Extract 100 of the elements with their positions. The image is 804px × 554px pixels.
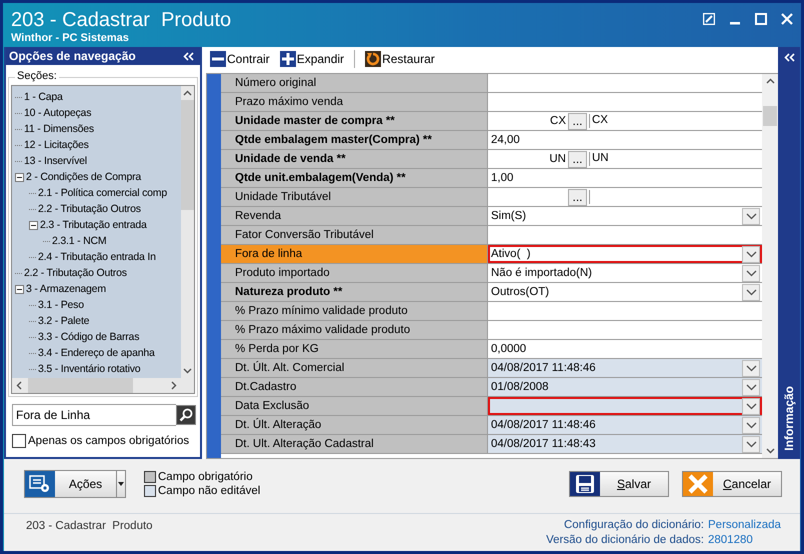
expand-panel-icon[interactable] — [784, 53, 794, 62]
search-icon[interactable] — [176, 405, 196, 425]
legend-label: Campo obrigatório — [158, 471, 253, 483]
input-field[interactable]: 01/08/2008 — [488, 378, 762, 396]
tree-item[interactable]: 2.4 - Tributação entrada In — [38, 251, 156, 263]
input-field[interactable]: 04/08/2017 11:48:46 — [488, 416, 762, 434]
dialog-button[interactable]: Salvar — [569, 471, 669, 497]
field-label: Unidade de venda ** — [221, 150, 488, 168]
tree-item[interactable]: 3.5 - Inventário rotativo — [38, 363, 140, 375]
scrollbar[interactable] — [762, 74, 778, 458]
close-icon[interactable] — [781, 13, 793, 25]
unit-code: UN — [548, 153, 567, 165]
tree-item[interactable]: 3.1 - Peso — [38, 299, 84, 311]
tree-item[interactable]: 3.2 - Palete — [38, 315, 90, 327]
lookup-button[interactable]: ... — [568, 150, 587, 168]
scroll-down-icon[interactable] — [183, 368, 192, 374]
tree-item[interactable]: 1 - Capa — [24, 91, 63, 103]
field-label: Data Exclusão — [221, 397, 488, 415]
input-field[interactable] — [488, 397, 762, 415]
plus-icon — [280, 51, 296, 67]
input-field[interactable]: 04/08/2017 11:48:43 — [488, 435, 762, 453]
field-label: Dt.Cadastro — [221, 378, 488, 396]
tree-item[interactable]: 2.2 - Tributação Outros — [38, 203, 141, 215]
status-text: 203 - Cadastrar Produto — [26, 520, 153, 534]
minus-icon — [210, 51, 226, 67]
field-label: Fator Conversão Tributável — [221, 226, 488, 244]
sections-label: Seções: — [15, 70, 59, 82]
field-label: Produto importado — [221, 264, 488, 282]
scrollbar-thumb[interactable] — [28, 378, 133, 393]
collapse-toggle[interactable] — [15, 172, 24, 182]
field-label: Natureza produto ** — [221, 283, 488, 301]
field-label: % Prazo mínimo validade produto — [221, 302, 488, 320]
tree-item[interactable]: 13 - Inservível — [24, 155, 87, 167]
field-label: Qtde unit.embalagem(Venda) ** — [221, 169, 488, 187]
scrollbar-thumb[interactable] — [181, 100, 194, 210]
tree-item[interactable]: 2.3 - Tributação entrada — [40, 219, 147, 231]
unit-description: CX — [589, 114, 760, 128]
status-label: Configuração do dicionário: — [564, 518, 704, 533]
window-title: 203 - Cadastrar Produto — [11, 9, 232, 31]
field-label: Dt. Ult. Alteração Cadastral — [221, 435, 488, 453]
legend-swatch — [144, 485, 156, 497]
caret-icon[interactable] — [116, 471, 125, 497]
maximize-icon[interactable] — [755, 13, 767, 25]
form-gear-icon — [25, 471, 55, 497]
field-label: Qtde embalagem master(Compra) ** — [221, 131, 488, 149]
toolbar-button[interactable]: Contrair — [210, 51, 270, 67]
info-tab-label: Informação — [782, 386, 796, 451]
tree-item[interactable]: 2.2 - Tributação Outros — [24, 267, 127, 279]
tree-item[interactable]: 2.3.1 - NCM — [52, 235, 106, 247]
field-label: Fora de linha — [221, 245, 488, 263]
checkbox-label: Apenas os campos obrigatórios — [28, 435, 190, 447]
info-side-panel[interactable]: Informação — [778, 47, 800, 459]
dialog-button[interactable]: Cancelar — [682, 471, 782, 497]
edit-icon[interactable] — [703, 13, 715, 25]
tree-item[interactable]: 11 - Dimensões — [24, 123, 94, 135]
collapse-panel-icon[interactable] — [183, 52, 194, 60]
scroll-right-icon[interactable] — [171, 381, 177, 390]
status-label: Versão do dicionário de dados: — [546, 533, 704, 548]
lookup-button[interactable]: ... — [568, 188, 587, 206]
status-value: Personalizada — [708, 518, 782, 533]
scroll-up-icon[interactable] — [766, 78, 774, 84]
tree-item[interactable]: 3.3 - Código de Barras — [38, 331, 140, 343]
tree-item[interactable]: 3.4 - Endereço de apanha — [38, 347, 155, 359]
actions-button[interactable]: Ações — [24, 470, 126, 498]
field-label: Dt. Últ. Alteração — [221, 416, 488, 434]
collapse-toggle[interactable] — [29, 220, 38, 230]
search-field[interactable]: Fora de Linha — [12, 404, 176, 426]
collapse-toggle[interactable] — [15, 284, 24, 294]
tree-item[interactable]: 3 - Armazenagem — [26, 283, 106, 295]
scroll-up-icon[interactable] — [183, 90, 192, 96]
window-subtitle: Winthor - PC Sistemas — [11, 31, 130, 45]
input-field[interactable]: Ativo( ) — [488, 245, 762, 263]
scroll-down-icon[interactable] — [766, 448, 774, 454]
status-value: 2801280 — [708, 533, 754, 548]
toolbar-button[interactable]: Restaurar — [365, 51, 435, 67]
checkbox[interactable] — [12, 434, 26, 448]
legend-swatch — [144, 471, 156, 483]
scroll-left-icon[interactable] — [16, 381, 22, 390]
field-label: Unidade master de compra ** — [221, 112, 488, 130]
x-icon — [687, 473, 709, 495]
tree-item[interactable]: 12 - Licitações — [24, 139, 89, 151]
tree-item[interactable]: 10 - Autopeças — [24, 107, 92, 119]
navigation-title: Opções de navegação — [9, 49, 136, 63]
lookup-button[interactable]: ... — [568, 112, 587, 130]
field-label: % Perda por KG — [221, 340, 488, 358]
field-label: Unidade Tributável — [221, 188, 488, 206]
field-label: Revenda — [221, 207, 488, 225]
input-field[interactable]: 04/08/2017 11:48:46 — [488, 359, 762, 377]
unit-code: CX — [549, 115, 567, 127]
legend-label: Campo não editável — [158, 485, 260, 497]
field-label: % Prazo máximo validade produto — [221, 321, 488, 339]
restore-icon — [365, 51, 382, 67]
tree-item[interactable]: 2 - Condições de Compra — [26, 171, 142, 183]
horizontal-scrollbar[interactable] — [12, 378, 194, 393]
toolbar-button[interactable]: Expandir — [280, 51, 344, 67]
field-label: Prazo máximo venda — [221, 93, 488, 111]
scrollbar[interactable] — [181, 86, 194, 378]
field-label: Dt. Últ. Alt. Comercial — [221, 359, 488, 377]
tree-item[interactable]: 2.1 - Política comercial comp — [38, 187, 167, 199]
scrollbar-thumb[interactable] — [763, 106, 777, 126]
